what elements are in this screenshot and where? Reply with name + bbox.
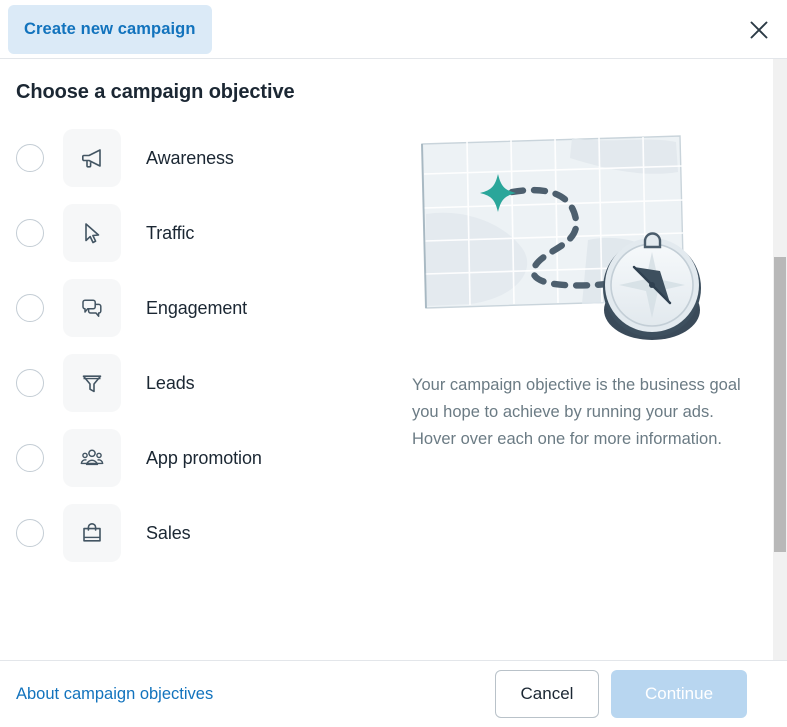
objective-list: Awareness Traffic Engagement Leads App p… — [0, 128, 400, 578]
radio-leads[interactable] — [16, 369, 44, 397]
map-with-compass-illustration — [412, 128, 752, 353]
scrollbar-thumb[interactable] — [774, 257, 786, 552]
people-group-icon — [63, 429, 121, 487]
megaphone-icon — [63, 129, 121, 187]
radio-awareness[interactable] — [16, 144, 44, 172]
objective-label: Engagement — [146, 297, 248, 318]
page-title: Choose a campaign objective — [16, 81, 295, 103]
dialog-header: Create new campaign — [0, 0, 787, 59]
continue-button[interactable]: Continue — [611, 670, 747, 718]
objective-info-panel: Your campaign objective is the business … — [400, 128, 787, 578]
footer-actions: Cancel Continue — [495, 670, 771, 718]
funnel-icon — [63, 354, 121, 412]
radio-sales[interactable] — [16, 519, 44, 547]
cancel-button[interactable]: Cancel — [495, 670, 599, 718]
objective-description: Your campaign objective is the business … — [412, 376, 741, 448]
close-icon[interactable] — [739, 10, 779, 50]
objective-row-sales[interactable]: Sales — [0, 503, 400, 563]
radio-engagement[interactable] — [16, 294, 44, 322]
cursor-arrow-icon — [63, 204, 121, 262]
objective-row-app-promotion[interactable]: App promotion — [0, 428, 400, 488]
dialog-body: Choose a campaign objective Awareness Tr… — [0, 59, 787, 660]
objective-label: Leads — [146, 372, 195, 393]
objective-row-traffic[interactable]: Traffic — [0, 203, 400, 263]
objective-label: Sales — [146, 522, 191, 543]
chat-bubbles-icon — [63, 279, 121, 337]
objective-row-engagement[interactable]: Engagement — [0, 278, 400, 338]
about-campaign-objectives-link[interactable]: About campaign objectives — [16, 685, 213, 704]
objective-label: App promotion — [146, 447, 262, 468]
dialog-footer: About campaign objectives Cancel Continu… — [0, 660, 787, 727]
objective-label: Awareness — [146, 147, 234, 168]
scrollbar-track[interactable] — [773, 59, 787, 660]
radio-app-promotion[interactable] — [16, 444, 44, 472]
objective-row-leads[interactable]: Leads — [0, 353, 400, 413]
objective-row-awareness[interactable]: Awareness — [0, 128, 400, 188]
tab-create-new-campaign[interactable]: Create new campaign — [8, 5, 212, 54]
objective-chooser: Awareness Traffic Engagement Leads App p… — [0, 128, 787, 578]
radio-traffic[interactable] — [16, 219, 44, 247]
shopping-bag-icon — [63, 504, 121, 562]
objective-label: Traffic — [146, 222, 195, 243]
create-campaign-dialog: Create new campaign Choose a campaign ob… — [0, 0, 787, 727]
